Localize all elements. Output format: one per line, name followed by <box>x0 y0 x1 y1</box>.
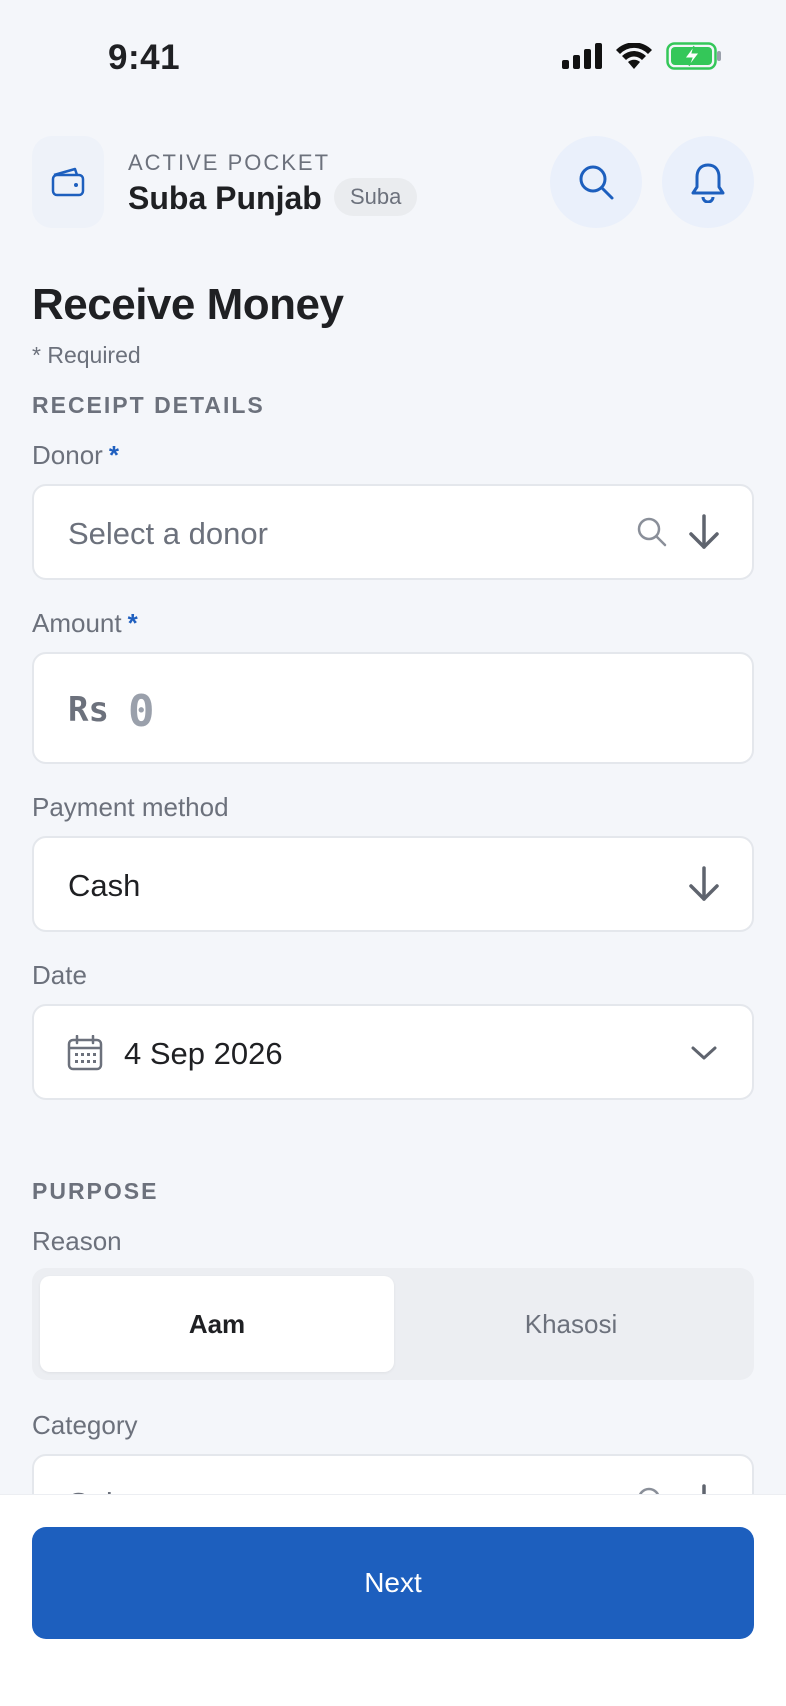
arrow-down-icon <box>684 512 724 552</box>
cellular-signal-icon <box>562 43 602 69</box>
donor-search-icon <box>634 514 670 550</box>
date-value: 4 Sep 2026 <box>124 1036 283 1071</box>
required-star: * <box>127 608 138 638</box>
purpose-heading: PURPOSE <box>32 1178 159 1204</box>
next-button[interactable]: Next <box>32 1527 754 1639</box>
page-title: Receive Money <box>32 280 344 329</box>
required-star: * <box>108 440 119 470</box>
wallet-icon <box>51 167 85 197</box>
battery-charging-icon <box>666 42 721 70</box>
search-button[interactable] <box>550 136 642 228</box>
amount-label: Amount * <box>32 608 138 639</box>
status-icons <box>562 42 722 70</box>
calendar-icon <box>66 1034 104 1072</box>
donor-label: Donor * <box>32 440 119 471</box>
date-label: Date <box>32 960 87 990</box>
notifications-button[interactable] <box>662 136 754 228</box>
amount-input[interactable]: Rs 0 <box>32 652 754 764</box>
status-bar: 9:41 <box>0 0 786 118</box>
donor-select[interactable]: Select a donor <box>32 484 754 580</box>
date-picker[interactable]: 4 Sep 2026 <box>32 1004 754 1100</box>
pocket-tag-badge: Suba <box>334 178 418 216</box>
amount-label-text: Amount <box>32 608 122 638</box>
active-pocket-eyebrow: ACTIVE POCKET <box>128 150 331 175</box>
wifi-icon <box>616 43 652 69</box>
search-icon <box>579 165 614 200</box>
payment-method-select[interactable]: Cash <box>32 836 754 932</box>
payment-method-value: Cash <box>68 868 141 903</box>
reason-option-khasosi[interactable]: Khasosi <box>394 1276 748 1372</box>
chevron-down-icon <box>686 1038 722 1068</box>
wallet-button[interactable] <box>32 136 104 228</box>
category-label: Category <box>32 1410 138 1440</box>
bell-icon <box>691 163 725 203</box>
bottom-action-bar: Next <box>0 1494 786 1706</box>
donor-placeholder: Select a donor <box>68 516 268 551</box>
payment-method-label: Payment method <box>32 792 229 822</box>
receipt-details-heading: RECEIPT DETAILS <box>32 392 265 418</box>
donor-label-text: Donor <box>32 440 103 470</box>
reason-option-aam[interactable]: Aam <box>40 1276 394 1372</box>
reason-label: Reason <box>32 1226 122 1256</box>
currency-prefix: Rs <box>68 690 109 730</box>
status-time: 9:41 <box>108 38 181 77</box>
arrow-down-icon <box>684 864 724 904</box>
amount-value: 0 <box>128 686 155 737</box>
pocket-name[interactable]: Suba Punjab <box>128 180 322 217</box>
required-note: * Required <box>32 342 141 368</box>
reason-segmented-control: Aam Khasosi <box>32 1268 754 1380</box>
app-header: ACTIVE POCKET Suba Punjab Suba <box>32 136 754 228</box>
